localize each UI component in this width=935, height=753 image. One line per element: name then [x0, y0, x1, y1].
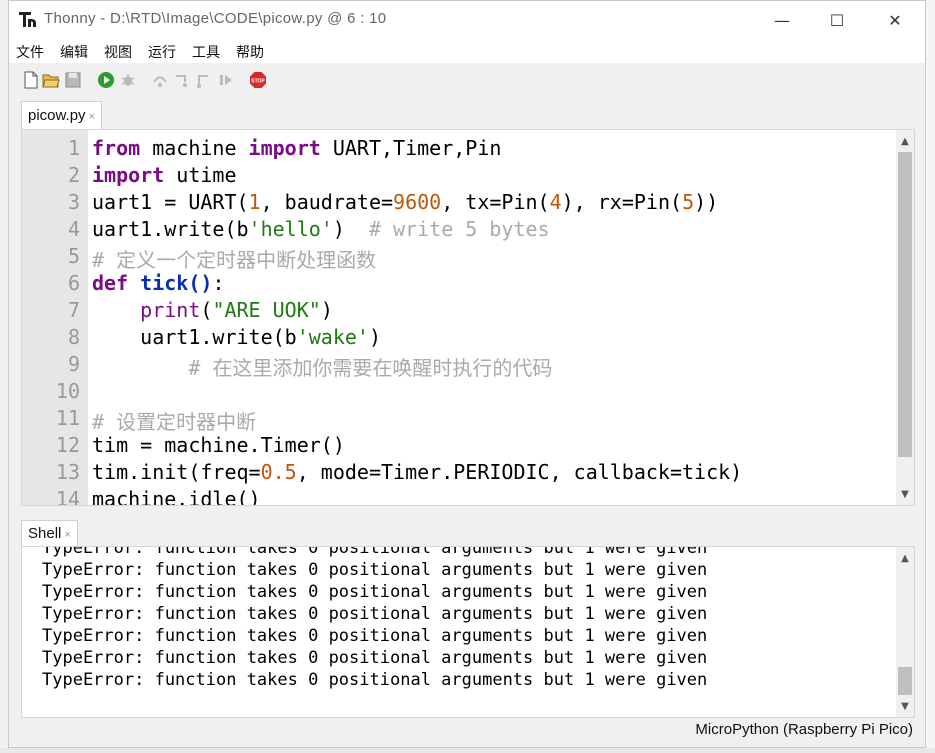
code-line: uart1.write(b'hello') # write 5 bytes — [92, 217, 550, 241]
shell-output-line: TypeError: function takes 0 positional a… — [42, 582, 708, 602]
shell-output-line: TypeError: function takes 0 positional a… — [42, 670, 708, 690]
line-number: 4 — [67, 217, 80, 241]
menu-help[interactable]: 帮助 — [236, 42, 264, 62]
line-number: 14 — [55, 487, 80, 506]
shell-tab-row: Shell × — [9, 518, 925, 546]
line-number: 7 — [67, 298, 80, 322]
menu-edit[interactable]: 编辑 — [60, 42, 88, 62]
interpreter-status[interactable]: MicroPython (Raspberry Pi Pico) — [695, 721, 913, 738]
close-button[interactable]: ✕ — [872, 1, 918, 39]
shell-output-line: TypeError: function takes 0 positional a… — [42, 560, 708, 580]
line-number: 3 — [67, 190, 80, 214]
line-number: 2 — [67, 163, 80, 187]
editor-scrollbar[interactable]: ▲ ▼ — [896, 130, 914, 505]
shell-scrollbar[interactable]: ▲ ▼ — [896, 547, 914, 717]
line-number: 6 — [67, 271, 80, 295]
menu-file[interactable]: 文件 — [16, 42, 44, 62]
line-number: 1 — [67, 136, 80, 160]
new-file-icon[interactable] — [22, 71, 40, 89]
menu-tools[interactable]: 工具 — [192, 42, 220, 62]
tab-picow-py[interactable]: picow.py × — [21, 101, 102, 129]
scroll-down-icon[interactable]: ▼ — [896, 485, 914, 503]
shell-output-line: TypeError: function takes 0 positional a… — [42, 648, 708, 668]
code-line: machine.idle() — [92, 487, 261, 506]
tab-label: picow.py — [28, 107, 86, 124]
shell-scroll-thumb[interactable] — [898, 667, 912, 695]
menu-run[interactable]: 运行 — [148, 42, 176, 62]
step-into-icon[interactable] — [173, 71, 191, 89]
title-bar: Thonny - D:\RTD\Image\CODE\picow.py @ 6 … — [9, 1, 925, 39]
code-line: # 在这里添加你需要在唤醒时执行的代码 — [188, 356, 553, 380]
code-line: uart1.write(b'wake') — [92, 325, 381, 349]
shell-scroll-up-icon[interactable]: ▲ — [896, 549, 914, 567]
code-line: tim = machine.Timer() — [92, 433, 345, 457]
code-editor[interactable]: 1 2 3 4 5 6 7 8 9 10 11 12 13 14 from ma… — [21, 129, 915, 506]
shell-output-line: TypeError: function takes 0 positional a… — [42, 604, 708, 624]
shell-output-line: TypeError: function takes 0 positional a… — [42, 626, 708, 646]
maximize-button[interactable]: ☐ — [814, 1, 860, 39]
code-line: print("ARE UOK") — [140, 298, 333, 322]
line-number: 8 — [67, 325, 80, 349]
code-line: tim.init(freq=0.5, mode=Timer.PERIODIC, … — [92, 460, 743, 484]
code-line: from machine import UART,Timer,Pin — [92, 136, 502, 160]
debug-icon[interactable] — [119, 71, 137, 89]
editor-tab-row: picow.py × — [9, 99, 925, 129]
stop-icon[interactable]: STOP — [249, 71, 267, 89]
save-icon[interactable] — [64, 71, 82, 89]
menu-view[interactable]: 视图 — [104, 42, 132, 62]
code-line: def tick(): — [92, 271, 225, 295]
open-file-icon[interactable] — [42, 71, 60, 89]
window-title: Thonny - D:\RTD\Image\CODE\picow.py @ 6 … — [44, 10, 387, 27]
thonny-window: Thonny - D:\RTD\Image\CODE\picow.py @ 6 … — [8, 0, 926, 748]
code-line: import utime — [92, 163, 237, 187]
code-line: uart1 = UART(1, baudrate=9600, tx=Pin(4)… — [92, 190, 719, 214]
background-window-bottom — [0, 748, 935, 753]
step-over-icon[interactable] — [151, 71, 169, 89]
code-line: # 定义一个定时器中断处理函数 — [92, 248, 377, 272]
scroll-up-icon[interactable]: ▲ — [896, 132, 914, 150]
line-number: 12 — [55, 433, 80, 457]
background-window — [926, 0, 935, 753]
run-icon[interactable] — [97, 71, 115, 89]
line-number: 10 — [55, 379, 80, 403]
shell-scroll-down-icon[interactable]: ▼ — [896, 697, 914, 715]
tab-close-icon[interactable]: × — [89, 111, 95, 123]
step-out-icon[interactable] — [195, 71, 213, 89]
menu-bar: 文件 编辑 视图 运行 工具 帮助 — [9, 39, 925, 63]
svg-text:STOP: STOP — [251, 79, 265, 85]
toolbar: STOP — [9, 65, 925, 95]
code-line: # 设置定时器中断 — [92, 410, 257, 434]
line-number: 13 — [55, 460, 80, 484]
thonny-logo-icon — [19, 12, 36, 27]
line-number: 11 — [55, 406, 80, 430]
shell-tab-close-icon[interactable]: × — [64, 529, 70, 541]
line-number: 5 — [67, 244, 80, 268]
resume-icon[interactable] — [217, 71, 235, 89]
line-number: 9 — [67, 352, 80, 376]
tab-shell[interactable]: Shell × — [21, 520, 78, 546]
shell-console[interactable]: TypeError: function takes 0 positional a… — [21, 546, 915, 718]
shell-tab-label: Shell — [28, 525, 62, 542]
scroll-thumb[interactable] — [898, 152, 912, 457]
line-number-gutter: 1 2 3 4 5 6 7 8 9 10 11 12 13 14 — [22, 130, 88, 505]
shell-output-line: TypeError: function takes 0 positional a… — [42, 546, 708, 558]
minimize-button[interactable]: — — [759, 1, 805, 39]
